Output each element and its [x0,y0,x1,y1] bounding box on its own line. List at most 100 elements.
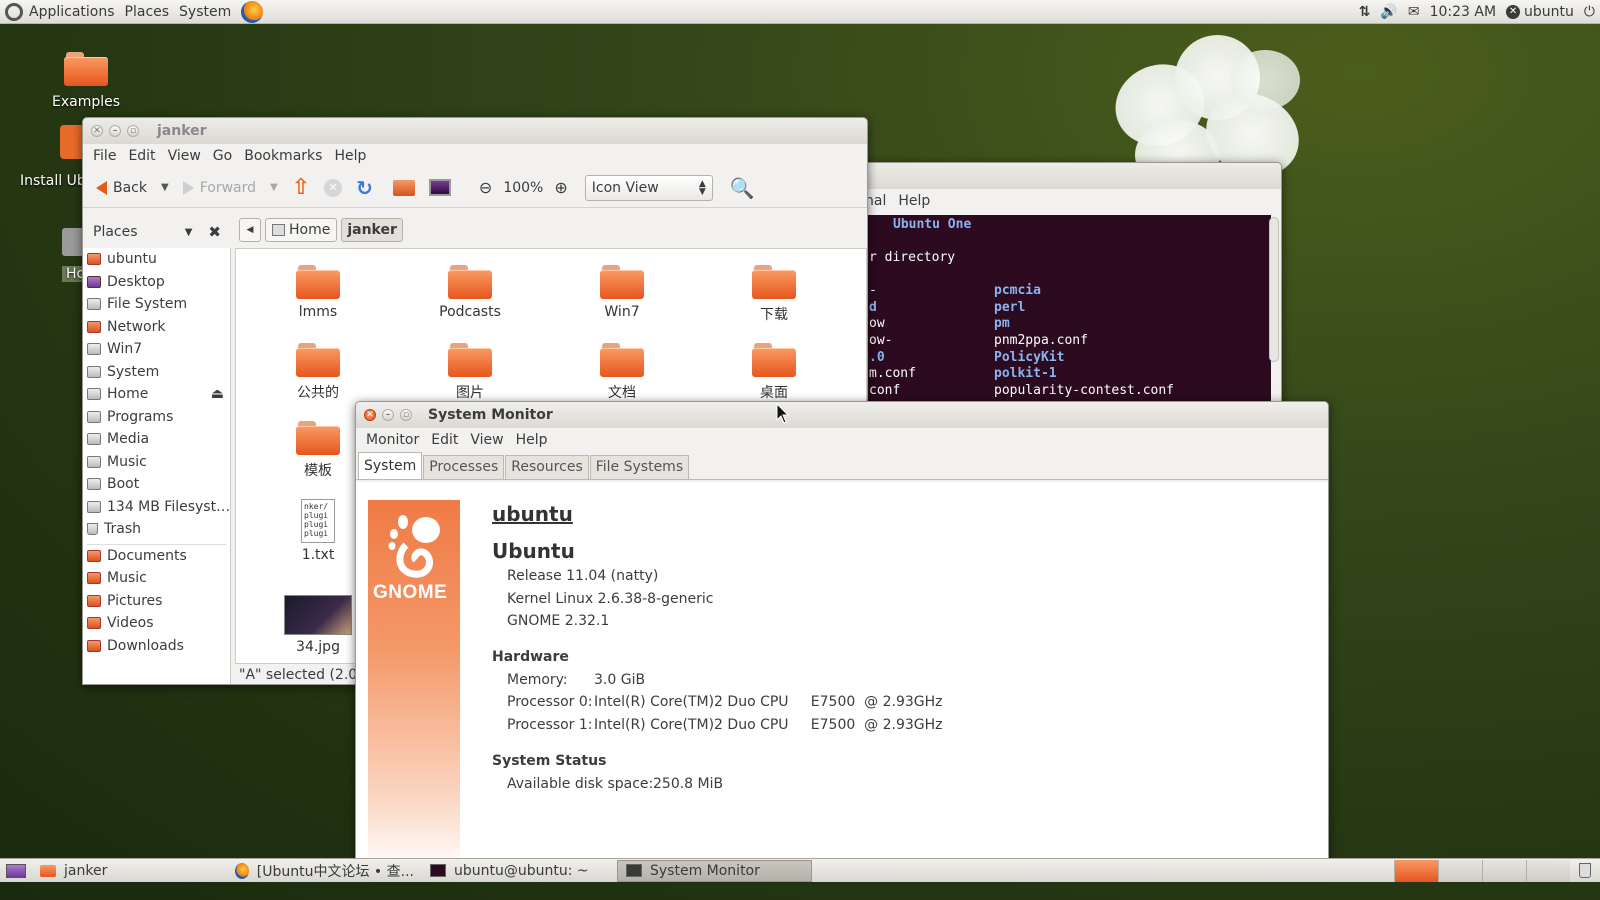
file-item[interactable]: lmms [263,265,373,320]
tab-system[interactable]: System [358,452,423,479]
menu-view[interactable]: View [162,148,207,164]
sidebar-item-programs[interactable]: Programs [83,406,230,429]
desktop-icon-examples[interactable]: Examples [31,52,141,110]
tab-file-systems[interactable]: File Systems [589,455,690,479]
sidebar-item-music[interactable]: Music [83,567,230,590]
sidebar-item-pictures[interactable]: Pictures [83,590,230,613]
terminal-scrollbar[interactable] [1269,217,1279,362]
system-monitor-titlebar[interactable]: ✕ – ▫ System Monitor [356,402,1328,428]
sidebar-item-file-system[interactable]: File System [83,293,230,316]
taskbar-item-janker[interactable]: janker [32,860,227,882]
menu-edit[interactable]: Edit [122,148,161,164]
places-selector[interactable]: Places [93,224,138,240]
path-left-arrow[interactable]: ◀ [239,218,261,242]
taskbar-item-firefox[interactable]: [Ubuntu中文论坛 • 查... [227,860,422,882]
sidebar-item-home[interactable]: Home ⏏ [83,383,230,406]
chevron-down-icon[interactable]: ▼ [185,227,193,238]
trash-applet[interactable] [1570,860,1600,882]
sidebar-item-boot[interactable]: Boot [83,473,230,496]
zoom-in-button[interactable]: ⊕ [547,178,574,197]
system-menu[interactable]: System [174,0,236,24]
minimize-button[interactable]: – [109,125,121,137]
workspace-2[interactable] [1438,859,1482,882]
menu-help[interactable]: Help [328,148,372,164]
volume-indicator[interactable]: 🔊 [1375,0,1402,24]
sidebar-item-media[interactable]: Media [83,428,230,451]
sidebar-item-documents[interactable]: Documents [83,545,230,568]
workspace-3[interactable] [1482,859,1526,882]
stop-button[interactable]: ✕ [317,178,349,197]
up-button[interactable]: ⇧ [285,175,317,200]
breadcrumb-home[interactable]: Home [265,218,338,242]
clock[interactable]: 10:23 AM [1425,0,1501,24]
file-item[interactable]: 下载 [719,265,829,324]
minimize-button[interactable]: – [382,409,394,421]
zoom-out-button[interactable]: ⊖ [472,178,499,197]
forward-button[interactable]: Forward ▼ [176,180,285,196]
eject-icon[interactable]: ⏏ [211,386,224,402]
sidebar-item-network[interactable]: Network [83,316,230,339]
maximize-button[interactable]: ▫ [127,125,139,137]
menu-bookmarks[interactable]: Bookmarks [238,148,328,164]
taskbar-item-terminal[interactable]: ubuntu@ubuntu: ~ [422,860,617,882]
taskbar-item-system-monitor[interactable]: System Monitor [617,859,812,882]
menu-file[interactable]: File [87,148,122,164]
firefox-launcher[interactable] [236,0,268,24]
user-menu[interactable]: ✕ ubuntu [1501,0,1579,24]
menu-monitor[interactable]: Monitor [360,432,425,448]
chevron-down-icon[interactable]: ▼ [161,182,169,193]
file-item[interactable]: 公共的 [263,343,373,402]
sidebar-item-downloads[interactable]: Downloads [83,635,230,658]
show-desktop-button[interactable] [0,860,32,882]
terminal-titlebar[interactable] [841,163,1281,189]
terminal-menu-help[interactable]: Help [892,193,936,209]
computer-button[interactable] [422,179,458,196]
file-manager-titlebar[interactable]: ✕ – ▫ janker [83,118,867,144]
reload-button[interactable]: ↻ [349,176,380,200]
menu-edit[interactable]: Edit [425,432,464,448]
distro-name: Ubuntu [492,539,575,563]
sidebar-item-videos[interactable]: Videos [83,612,230,635]
network-indicator[interactable]: ⇅ [1354,0,1376,24]
workspace-4[interactable] [1526,859,1570,882]
view-mode-select[interactable]: Icon View ▲ ▼ [584,174,713,201]
file-item[interactable]: Podcasts [415,265,525,320]
menu-go[interactable]: Go [207,148,238,164]
home-button[interactable] [386,179,422,196]
breadcrumb-janker[interactable]: janker [341,218,403,242]
sidebar-item-system[interactable]: System [83,361,230,384]
menu-view[interactable]: View [464,432,509,448]
file-item[interactable]: 文档 [567,343,677,402]
sidebar-item-trash[interactable]: Trash [83,518,230,541]
close-sidebar-icon[interactable]: ✖ [208,223,221,241]
chevron-down-icon[interactable]: ▼ [270,182,278,193]
menu-help[interactable]: Help [510,432,554,448]
tab-resources[interactable]: Resources [505,455,589,479]
sidebar-item-win7[interactable]: Win7 [83,338,230,361]
folder-icon [87,549,101,562]
sidebar-item-filesystem-134mb[interactable]: 134 MB Filesyst… [83,496,230,519]
file-item[interactable]: 桌面 [719,343,829,402]
file-item[interactable]: 图片 [415,343,525,402]
back-button[interactable]: Back ▼ [89,180,176,196]
file-item[interactable]: Win7 [567,265,677,320]
places-menu[interactable]: Places [120,0,175,24]
terminal-menu-terminal[interactable]: nal [865,193,892,209]
tab-processes[interactable]: Processes [423,455,505,479]
folder-icon [600,343,644,377]
sidebar-item-ubuntu[interactable]: ubuntu [83,248,230,271]
applications-menu[interactable]: Applications [0,0,120,24]
close-button[interactable]: ✕ [91,125,103,137]
close-button[interactable]: ✕ [364,409,376,421]
disk-space-label: Available disk space: [507,776,654,792]
search-button[interactable]: 🔍 [723,176,762,200]
desktop-icon-install[interactable]: Install Ub [20,125,90,189]
desktop-icon-home[interactable]: Ho [62,228,84,282]
mail-indicator[interactable]: ✉ [1403,0,1425,24]
sidebar-item-desktop[interactable]: Desktop [83,271,230,294]
maximize-button[interactable]: ▫ [400,409,412,421]
session-menu[interactable]: ⏻ [1579,0,1600,24]
terminal-output[interactable]: Ubuntu One r directory - pcmcia d perl o… [841,215,1271,401]
sidebar-item-music-drive[interactable]: Music [83,451,230,474]
workspace-1[interactable] [1394,859,1438,882]
